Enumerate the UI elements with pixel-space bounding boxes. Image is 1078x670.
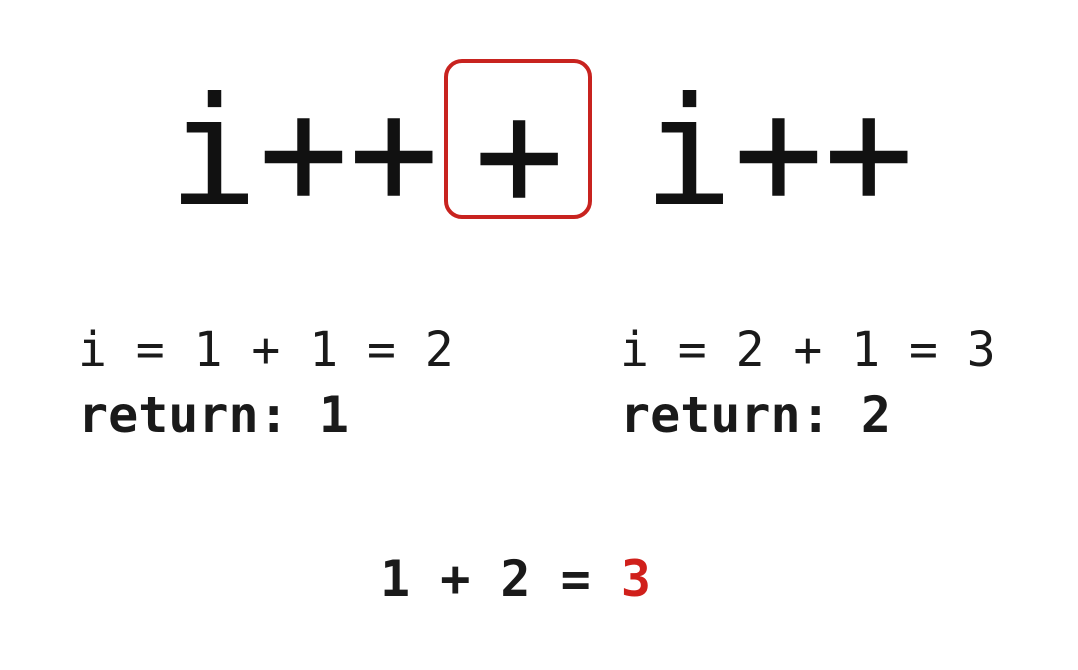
result-equation: 1 + 2 =	[380, 550, 621, 608]
left-return-line: return: 1	[78, 386, 349, 444]
left-assignment-line: i = 1 + 1 = 2	[78, 322, 454, 378]
result-line: 1 + 2 = 3	[380, 554, 651, 604]
right-return-line: return: 2	[620, 386, 891, 444]
expression-operator: +	[474, 68, 565, 242]
expression-right-operand: i++	[643, 66, 914, 240]
result-value: 3	[620, 550, 651, 608]
right-assignment-line: i = 2 + 1 = 3	[620, 322, 996, 378]
expression-left-operand: i++	[168, 66, 439, 240]
